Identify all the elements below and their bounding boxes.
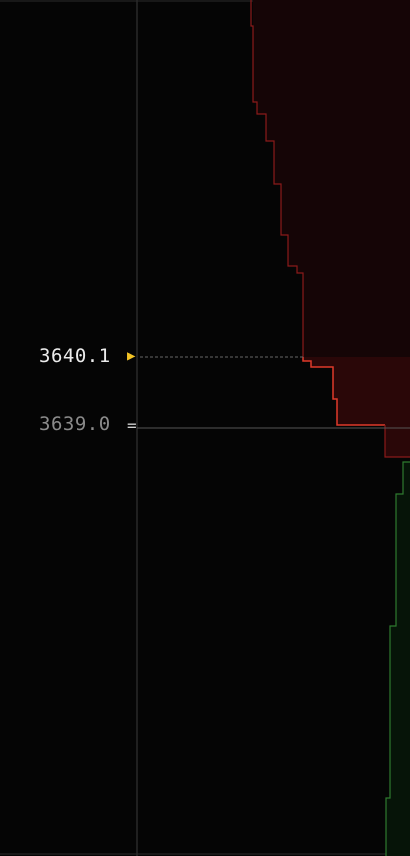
ask-depth-area [251, 0, 410, 357]
orderbook-depth-panel: 3640.1 ▶ 3639.0 = [0, 0, 410, 856]
right-triangle-icon: ▶ [127, 348, 136, 364]
ask-near-depth-area [303, 357, 410, 457]
mid-price-label[interactable]: 3639.0 [39, 413, 111, 435]
equals-icon: = [127, 416, 137, 435]
last-price-label[interactable]: 3640.1 [39, 345, 111, 367]
